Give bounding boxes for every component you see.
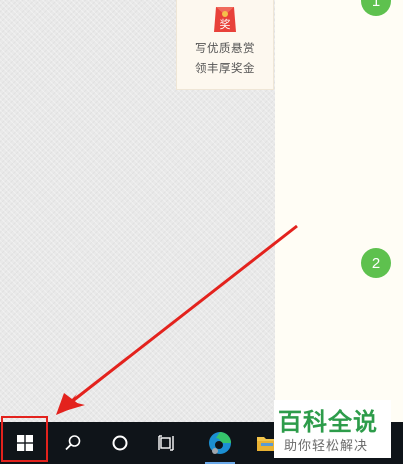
task-view-icon	[158, 435, 174, 451]
cortana-icon	[112, 435, 128, 451]
watermark-title: 百科全说	[278, 408, 378, 436]
baike-watermark: 百科全说 助你轻松解决	[274, 400, 391, 458]
edge-button[interactable]	[197, 422, 243, 464]
watermark-subtitle: 助你轻松解决	[284, 439, 369, 454]
edge-icon	[209, 432, 231, 454]
start-button-highlight	[1, 416, 48, 462]
reward-badge-char: 奖	[220, 17, 231, 31]
reward-line-2: 领丰厚奖金	[195, 61, 255, 75]
step-number-2: 2	[361, 248, 391, 278]
reward-promo-card[interactable]: 奖 写优质悬赏 领丰厚奖金	[176, 0, 274, 90]
reward-line-1: 写优质悬赏	[195, 41, 255, 55]
search-button[interactable]	[50, 422, 96, 464]
article-content-pane	[275, 0, 403, 422]
reward-badge-icon: 奖	[214, 7, 236, 32]
cortana-button[interactable]	[97, 422, 143, 464]
task-view-button[interactable]	[144, 422, 190, 464]
search-icon	[65, 435, 81, 451]
